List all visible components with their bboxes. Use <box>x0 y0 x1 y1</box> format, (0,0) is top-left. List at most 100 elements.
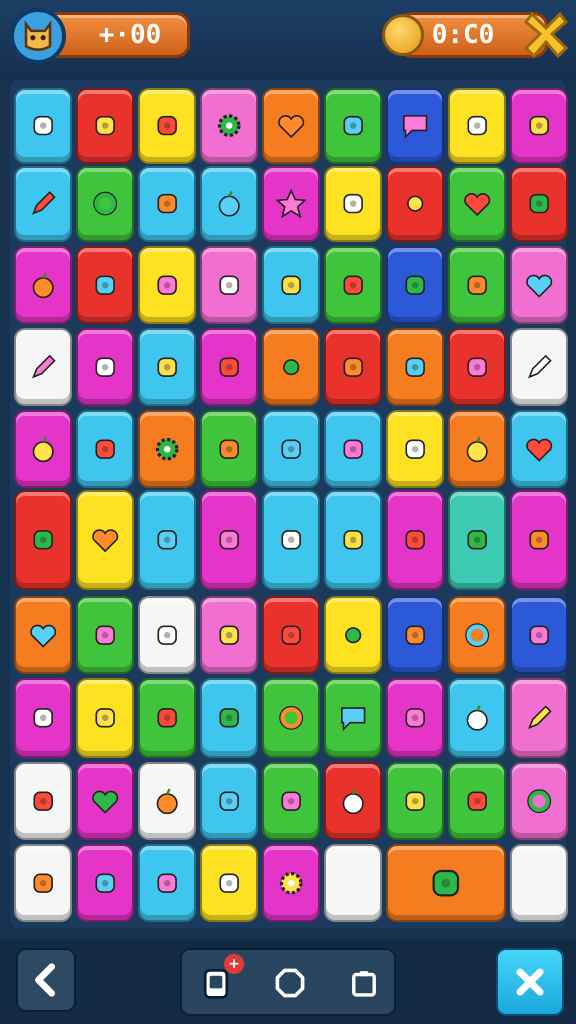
tile[interactable] <box>200 678 258 758</box>
heart-icon <box>30 624 56 648</box>
tile[interactable] <box>510 328 568 406</box>
tile[interactable] <box>76 678 134 758</box>
tile[interactable] <box>262 678 320 758</box>
tile[interactable] <box>200 490 258 590</box>
tile[interactable] <box>138 490 196 590</box>
tile[interactable] <box>386 88 444 164</box>
tile[interactable] <box>386 596 444 674</box>
tile[interactable] <box>386 844 506 922</box>
tile[interactable] <box>262 844 320 922</box>
tile[interactable] <box>76 166 134 242</box>
tile[interactable] <box>262 490 320 590</box>
tile[interactable] <box>14 166 72 242</box>
undo-button[interactable] <box>338 956 390 1010</box>
tile[interactable] <box>76 410 134 488</box>
tile[interactable] <box>76 596 134 674</box>
tile[interactable] <box>14 246 72 324</box>
tile[interactable] <box>448 762 506 840</box>
tile[interactable] <box>138 844 196 922</box>
close-button[interactable] <box>496 948 564 1016</box>
tile[interactable] <box>14 410 72 488</box>
tile[interactable] <box>510 762 568 840</box>
tile[interactable] <box>14 762 72 840</box>
tile[interactable] <box>138 166 196 242</box>
tile[interactable] <box>324 246 382 324</box>
tile[interactable] <box>386 166 444 242</box>
tile[interactable] <box>138 410 196 488</box>
tile[interactable] <box>76 328 134 406</box>
tile[interactable] <box>262 762 320 840</box>
tile[interactable] <box>262 166 320 242</box>
tile[interactable] <box>324 166 382 242</box>
tile[interactable] <box>510 490 568 590</box>
tile[interactable] <box>510 410 568 488</box>
hint-button[interactable]: + <box>190 954 244 1010</box>
tile[interactable] <box>386 490 444 590</box>
tile[interactable] <box>324 328 382 406</box>
coin-icon <box>382 14 424 56</box>
tile[interactable] <box>76 490 134 590</box>
tile[interactable] <box>262 596 320 674</box>
tile[interactable] <box>200 844 258 922</box>
tile[interactable] <box>14 490 72 590</box>
tile[interactable] <box>200 166 258 242</box>
tile[interactable] <box>14 596 72 674</box>
tile[interactable] <box>138 328 196 406</box>
tile[interactable] <box>138 246 196 324</box>
tile[interactable] <box>324 762 382 840</box>
tile[interactable] <box>200 88 258 164</box>
avatar[interactable] <box>10 8 66 64</box>
back-button[interactable] <box>16 948 76 1012</box>
tile[interactable] <box>200 596 258 674</box>
tile[interactable] <box>138 596 196 674</box>
tile[interactable] <box>448 88 506 164</box>
tile[interactable] <box>200 246 258 324</box>
tile[interactable] <box>14 678 72 758</box>
tile[interactable] <box>448 678 506 758</box>
tile[interactable] <box>448 328 506 406</box>
tile[interactable] <box>76 844 134 922</box>
tile[interactable] <box>386 246 444 324</box>
tile[interactable] <box>324 844 382 922</box>
tile[interactable] <box>510 246 568 324</box>
star-icon[interactable] <box>522 8 570 60</box>
tile[interactable] <box>76 88 134 164</box>
tile[interactable] <box>324 490 382 590</box>
tile[interactable] <box>262 88 320 164</box>
tile[interactable] <box>510 166 568 242</box>
tile[interactable] <box>14 844 72 922</box>
sun-icon <box>95 873 115 893</box>
tile[interactable] <box>386 762 444 840</box>
tile[interactable] <box>76 762 134 840</box>
tile[interactable] <box>324 678 382 758</box>
tile[interactable] <box>14 328 72 406</box>
tile[interactable] <box>448 410 506 488</box>
tile[interactable] <box>386 410 444 488</box>
tile[interactable] <box>76 246 134 324</box>
tile[interactable] <box>14 88 72 164</box>
tile[interactable] <box>138 678 196 758</box>
tile[interactable] <box>448 166 506 242</box>
tile[interactable] <box>138 762 196 840</box>
tile[interactable] <box>200 762 258 840</box>
tile[interactable] <box>448 596 506 674</box>
tile[interactable] <box>448 490 506 590</box>
tile[interactable] <box>262 328 320 406</box>
tile[interactable] <box>448 246 506 324</box>
tile[interactable] <box>200 328 258 406</box>
pencil-icon <box>527 705 552 730</box>
tile[interactable] <box>262 246 320 324</box>
shuffle-button[interactable] <box>264 956 316 1010</box>
tile[interactable] <box>138 88 196 164</box>
tile[interactable] <box>200 410 258 488</box>
tile[interactable] <box>510 678 568 758</box>
tile[interactable] <box>324 410 382 488</box>
tile[interactable] <box>324 88 382 164</box>
tile[interactable] <box>324 596 382 674</box>
tile[interactable] <box>386 328 444 406</box>
tile[interactable] <box>262 410 320 488</box>
tile[interactable] <box>386 678 444 758</box>
tile[interactable] <box>510 596 568 674</box>
tile[interactable] <box>510 88 568 164</box>
tile[interactable] <box>510 844 568 922</box>
